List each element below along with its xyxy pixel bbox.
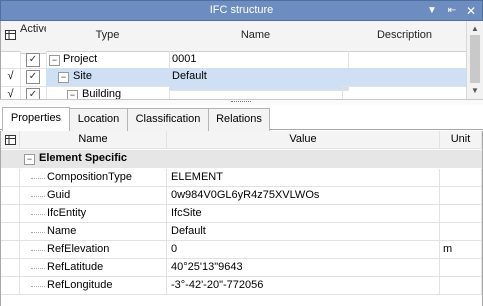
property-value[interactable]: IfcSite (167, 205, 440, 223)
column-header-unit[interactable]: Unit (440, 131, 482, 149)
tree-description-cell (342, 51, 468, 69)
category-row[interactable]: − Element Specific (1, 150, 482, 168)
property-value[interactable]: Default (167, 223, 440, 241)
active-checkbox[interactable]: ✓ (26, 88, 40, 99)
property-unit (440, 259, 482, 277)
tree-type-label: Project (63, 53, 98, 65)
collapse-icon[interactable]: − (24, 154, 35, 165)
column-header-description[interactable]: Description (342, 21, 468, 52)
column-header-value[interactable]: Value (167, 131, 440, 149)
window-title: IFC structure (209, 4, 274, 16)
splitter-grip-icon[interactable] (231, 101, 251, 103)
property-row[interactable]: CompositionType ELEMENT (1, 169, 482, 187)
property-value[interactable]: 0 (167, 241, 440, 259)
scrollbar-thumb[interactable] (470, 35, 480, 83)
property-row[interactable]: Name Default (1, 223, 482, 241)
property-value[interactable]: -3°-42'-20"-772056 (167, 277, 440, 295)
property-row[interactable]: RefElevation 0 m (1, 241, 482, 259)
collapse-icon[interactable]: − (49, 55, 60, 66)
column-header-property-name[interactable]: Name (20, 131, 167, 149)
row-marker: √ (1, 86, 21, 99)
property-unit: m (440, 241, 482, 259)
property-row[interactable]: IfcEntity IfcSite (1, 205, 482, 223)
scroll-down-icon[interactable]: ▼ (471, 86, 479, 95)
property-value[interactable]: ELEMENT (167, 169, 440, 187)
dropdown-menu-icon[interactable]: ▼ (425, 4, 439, 18)
property-value[interactable]: 40°25'13"9643 (167, 259, 440, 277)
tab-classification[interactable]: Classification (127, 108, 209, 131)
property-name: Name (20, 223, 167, 241)
active-checkbox[interactable]: ✓ (26, 53, 40, 67)
category-label: Element Specific (39, 152, 128, 164)
property-grid: Name Value Unit − Element Specific Compo… (0, 131, 483, 306)
ifc-tree-grid: Active Type Name Description ✓ − Project… (0, 21, 483, 99)
property-unit (440, 223, 482, 241)
property-row[interactable]: Guid 0w984V0GL6yR4z75XVLWOs (1, 187, 482, 205)
row-marker: √ (1, 68, 21, 87)
tab-location[interactable]: Location (69, 108, 128, 131)
title-bar: IFC structure ▼ ⇤ ✕ (0, 0, 483, 21)
active-checkbox[interactable]: ✓ (26, 70, 40, 84)
scroll-up-icon[interactable]: ▲ (471, 24, 479, 33)
property-value[interactable]: 0w984V0GL6yR4z75XVLWOs (167, 187, 440, 205)
property-grid-header: Name Value Unit (1, 131, 482, 149)
tree-vertical-scrollbar[interactable]: ▲ ▼ (466, 21, 483, 99)
tab-properties[interactable]: Properties (2, 107, 70, 131)
property-name: CompositionType (20, 169, 167, 187)
row-marker (1, 51, 21, 69)
tree-description-cell (342, 68, 468, 87)
property-unit (440, 169, 482, 187)
collapse-icon[interactable]: − (58, 72, 69, 83)
property-name: RefElevation (20, 241, 167, 259)
close-icon[interactable]: ✕ (464, 4, 478, 18)
tree-type-label: Site (73, 70, 92, 82)
tab-strip: Properties Location Classification Relat… (0, 105, 483, 131)
property-unit (440, 205, 482, 223)
column-header-active[interactable]: Active (20, 21, 50, 54)
property-row[interactable]: RefLongitude -3°-42'-20"-772056 (1, 277, 482, 295)
collapse-icon[interactable]: − (67, 90, 78, 99)
tree-type-label: Building (82, 88, 122, 99)
column-header-name[interactable]: Name (169, 21, 343, 52)
property-name: Guid (20, 187, 167, 205)
property-name: RefLongitude (20, 277, 167, 295)
column-chooser-icon[interactable] (1, 131, 20, 149)
property-unit (440, 187, 482, 205)
property-name: IfcEntity (20, 205, 167, 223)
property-row[interactable]: RefLatitude 40°25'13"9643 (1, 259, 482, 277)
property-unit (440, 277, 482, 295)
tree-description-cell (342, 86, 468, 99)
column-header-type[interactable]: Type (46, 21, 170, 52)
pin-icon[interactable]: ⇤ (445, 4, 459, 18)
property-name: RefLatitude (20, 259, 167, 277)
column-chooser-icon[interactable] (1, 21, 21, 52)
tab-relations[interactable]: Relations (208, 108, 270, 131)
tree-name-cell (169, 86, 343, 99)
